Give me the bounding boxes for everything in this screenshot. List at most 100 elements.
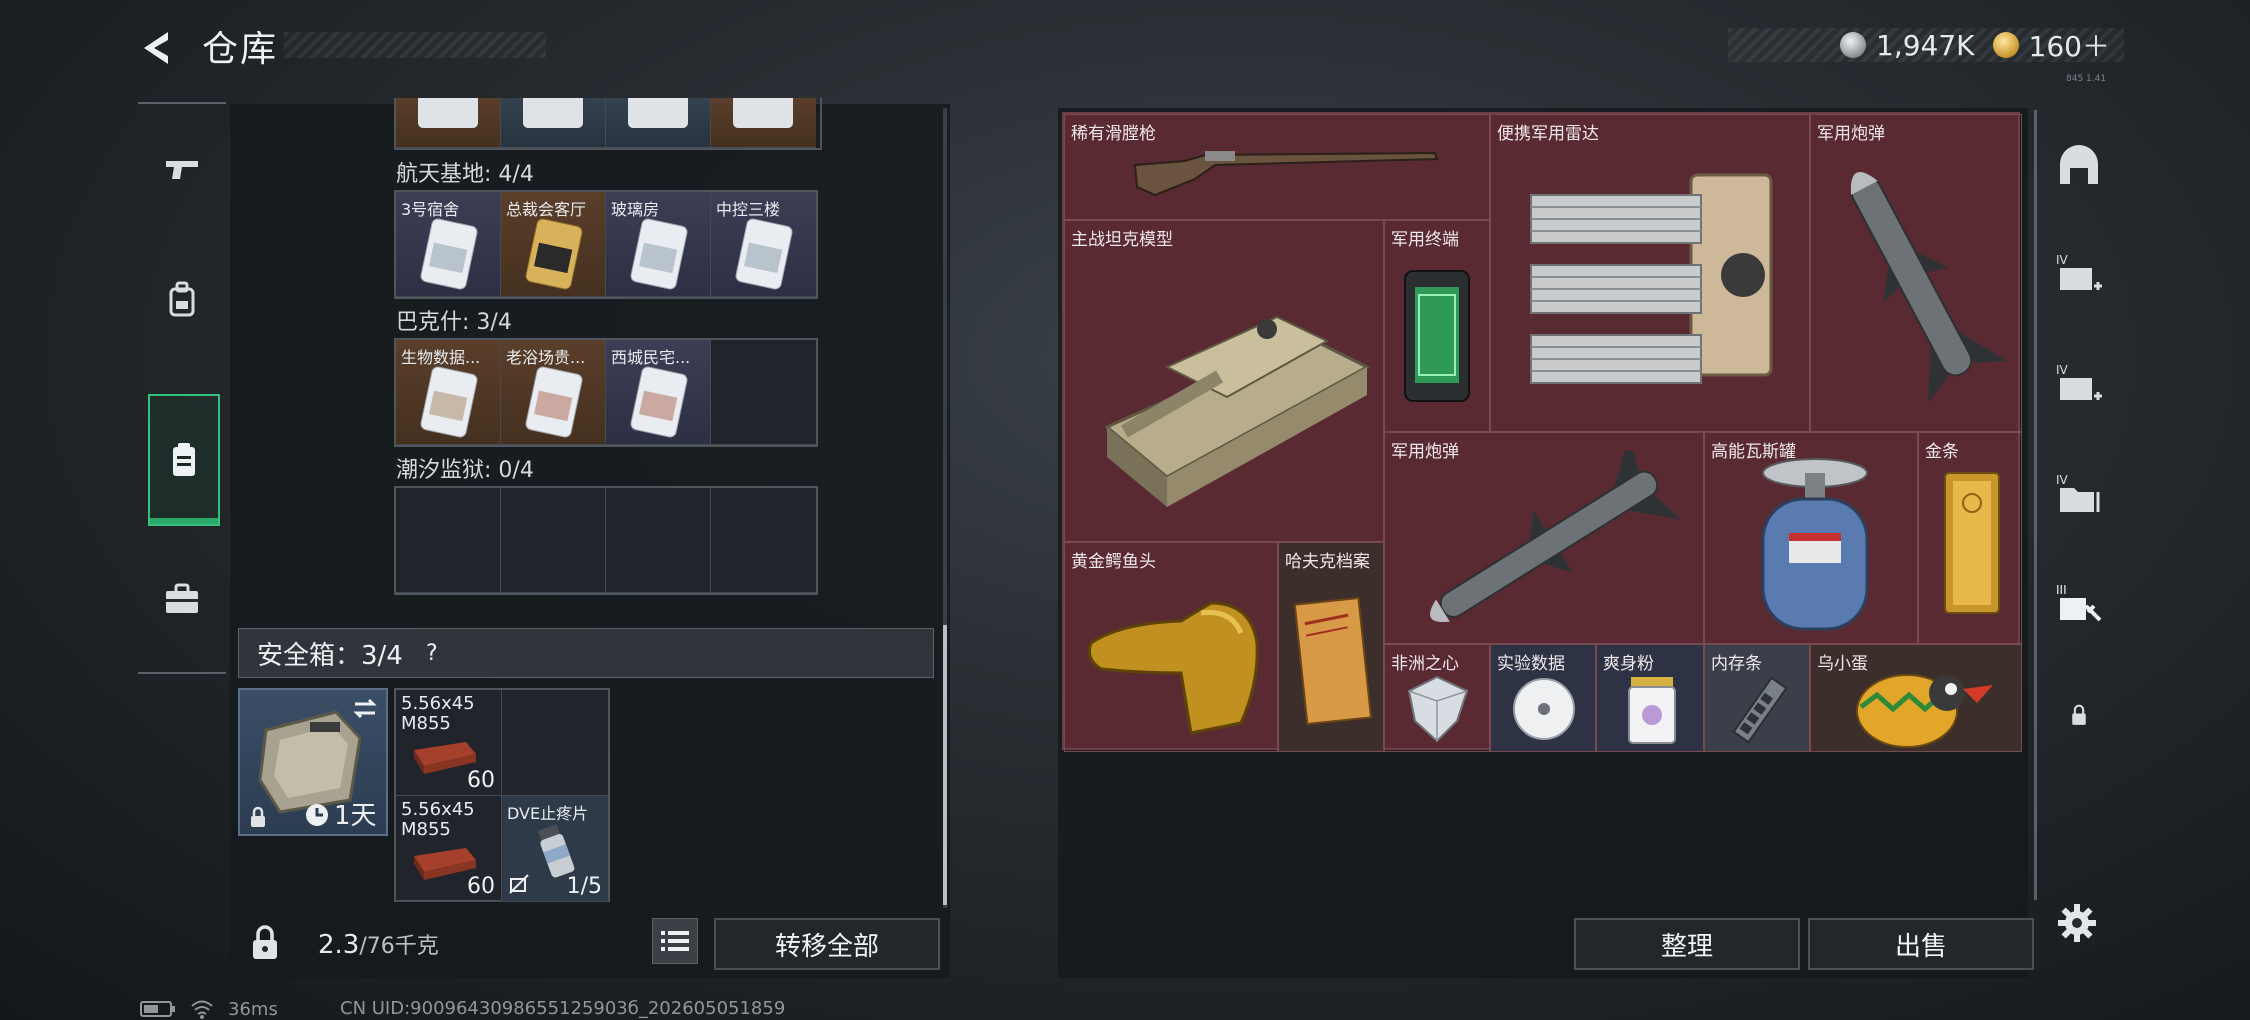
tab-extension-1[interactable]: IV bbox=[2047, 220, 2111, 330]
item-label: 5.56x45 M855 bbox=[401, 693, 475, 734]
safe-box-label: 安全箱：3/4 bbox=[257, 640, 403, 671]
lock-icon bbox=[251, 806, 265, 827]
musket-icon bbox=[1133, 151, 1439, 197]
storage-grid: 稀有滑膛枪 便携军用雷达 军用炮弹 主战坦克模型 军用终端 军用炮弹 高能瓦斯罐… bbox=[1062, 112, 2022, 752]
tab-equipment[interactable] bbox=[138, 234, 226, 364]
radar-icon bbox=[1530, 173, 1773, 384]
safe-case-item[interactable]: 1天 bbox=[238, 688, 388, 836]
transfer-all-button[interactable]: 转移全部 bbox=[714, 918, 940, 970]
lock-button[interactable] bbox=[236, 912, 294, 974]
gold-coin-icon bbox=[1992, 32, 2019, 58]
terminal-icon bbox=[1404, 270, 1470, 402]
battery-icon bbox=[140, 1001, 175, 1017]
clock-icon bbox=[306, 804, 328, 826]
list-icon bbox=[661, 931, 689, 951]
access-card-slot[interactable] bbox=[711, 98, 816, 148]
weight-indicator: 2.3/76千克 bbox=[318, 928, 439, 960]
swap-icon[interactable] bbox=[352, 696, 378, 722]
item-name: 主战坦克模型 bbox=[1071, 230, 1173, 250]
briefcase-icon bbox=[166, 583, 198, 613]
item-name: 黄金鳄鱼头 bbox=[1071, 552, 1156, 572]
access-card[interactable]: 3号宿舍 bbox=[396, 192, 501, 297]
item-name: 内存条 bbox=[1711, 654, 1762, 674]
item-experiment-data[interactable]: 实验数据 bbox=[1490, 644, 1596, 752]
tank-icon bbox=[1104, 315, 1371, 507]
gold-amount[interactable]: 160＋ bbox=[2029, 25, 2110, 65]
item-rare-musket[interactable]: 稀有滑膛枪 bbox=[1064, 114, 1490, 220]
item-portable-radar[interactable]: 便携军用雷达 bbox=[1490, 114, 1810, 432]
keycard-icon bbox=[630, 218, 688, 290]
access-card-slot[interactable] bbox=[606, 98, 711, 148]
folder-icon bbox=[1293, 596, 1373, 726]
safe-slot-empty[interactable] bbox=[502, 690, 608, 796]
list-view-button[interactable] bbox=[652, 918, 698, 964]
case-timer: 1天 bbox=[334, 801, 377, 831]
access-card[interactable]: 中控三楼 bbox=[711, 192, 816, 297]
svg-text:IV: IV bbox=[2056, 253, 2069, 267]
access-card[interactable]: 总裁会客厅 bbox=[501, 192, 606, 297]
access-card[interactable]: 老浴场贵... bbox=[501, 340, 606, 445]
card-row-partial bbox=[394, 98, 822, 150]
item-memory-stick[interactable]: 内存条 bbox=[1704, 644, 1810, 752]
empty-card-slot[interactable] bbox=[396, 488, 501, 593]
item-military-terminal[interactable]: 军用终端 bbox=[1384, 220, 1490, 432]
safe-box-header: 安全箱：3/4 ? bbox=[238, 628, 934, 678]
item-talc-powder[interactable]: 爽身粉 bbox=[1596, 644, 1704, 752]
item-military-shell-1[interactable]: 军用炮弹 bbox=[1810, 114, 2022, 432]
tab-storage[interactable] bbox=[148, 394, 220, 526]
svg-text:IV: IV bbox=[2056, 473, 2069, 487]
gun-icon bbox=[166, 161, 198, 179]
tab-home-storage[interactable] bbox=[2047, 110, 2111, 220]
wifi-icon bbox=[191, 1000, 213, 1019]
tab-locked[interactable] bbox=[2047, 660, 2111, 770]
empty-card-slot[interactable] bbox=[606, 488, 711, 593]
access-card[interactable]: 生物数据... bbox=[396, 340, 501, 445]
egg-icon bbox=[1856, 674, 1993, 748]
sell-button[interactable]: 出售 bbox=[1808, 918, 2034, 970]
item-haavk-archive[interactable]: 哈夫克档案 bbox=[1278, 542, 1384, 752]
keycard-icon bbox=[420, 218, 478, 290]
item-gold-bar[interactable]: 金条 bbox=[1918, 432, 2022, 644]
item-gas-canister[interactable]: 高能瓦斯罐 bbox=[1704, 432, 1918, 644]
item-golden-crocodile-head[interactable]: 黄金鳄鱼头 bbox=[1064, 542, 1278, 752]
tab-case[interactable] bbox=[138, 534, 226, 664]
empty-card-slot[interactable] bbox=[501, 488, 606, 593]
weight-capacity: /76千克 bbox=[359, 934, 439, 959]
missile-icon bbox=[1850, 172, 2008, 404]
pill-bottle-icon bbox=[537, 824, 575, 878]
right-tab-bar: IV IV IV III bbox=[2034, 110, 2112, 900]
tab-weapons[interactable] bbox=[138, 104, 226, 234]
item-label: 5.56x45 M855 bbox=[401, 799, 475, 840]
empty-card-slot[interactable] bbox=[711, 340, 816, 445]
help-button[interactable]: ? bbox=[417, 638, 447, 668]
ping-value: 36ms bbox=[228, 998, 278, 1020]
item-label: DVE止疼片 bbox=[507, 804, 589, 823]
title-decoration bbox=[284, 32, 546, 58]
settings-button[interactable] bbox=[2052, 898, 2102, 948]
safe-slot-ammo-1[interactable]: 5.56x45 M855 60 bbox=[396, 690, 502, 796]
access-card[interactable]: 西城民宅... bbox=[606, 340, 711, 445]
item-name: 金条 bbox=[1925, 442, 1959, 462]
svg-text:IV: IV bbox=[2056, 363, 2069, 377]
card-grid-bakhsh: 生物数据... 老浴场贵... 西城民宅... bbox=[394, 338, 818, 447]
access-card-slot[interactable] bbox=[396, 98, 501, 148]
access-card-slot[interactable] bbox=[501, 98, 606, 148]
tab-extension-3[interactable]: IV bbox=[2047, 440, 2111, 550]
status-bar: 36ms bbox=[140, 998, 278, 1020]
tab-extension-active[interactable]: III bbox=[2047, 550, 2111, 660]
diamond-icon bbox=[1407, 675, 1469, 743]
gear-icon bbox=[2058, 904, 2096, 942]
safe-slot-painkiller[interactable]: DVE止疼片 1/5 bbox=[502, 796, 608, 902]
safe-slot-ammo-2[interactable]: 5.56x45 M855 60 bbox=[396, 796, 502, 902]
item-tank-model[interactable]: 主战坦克模型 bbox=[1064, 220, 1384, 542]
item-military-shell-2[interactable]: 军用炮弹 bbox=[1384, 432, 1704, 644]
crocodile-head-icon bbox=[1087, 601, 1259, 735]
item-heart-of-africa[interactable]: 非洲之心 bbox=[1384, 644, 1490, 752]
tab-extension-2[interactable]: IV bbox=[2047, 330, 2111, 440]
sort-button[interactable]: 整理 bbox=[1574, 918, 1800, 970]
inventory-scroll-thumb[interactable] bbox=[943, 625, 947, 905]
empty-card-slot[interactable] bbox=[711, 488, 816, 593]
back-button[interactable] bbox=[132, 22, 184, 74]
access-card[interactable]: 玻璃房 bbox=[606, 192, 711, 297]
item-wu-xiao-dan[interactable]: 乌小蛋 bbox=[1810, 644, 2022, 752]
